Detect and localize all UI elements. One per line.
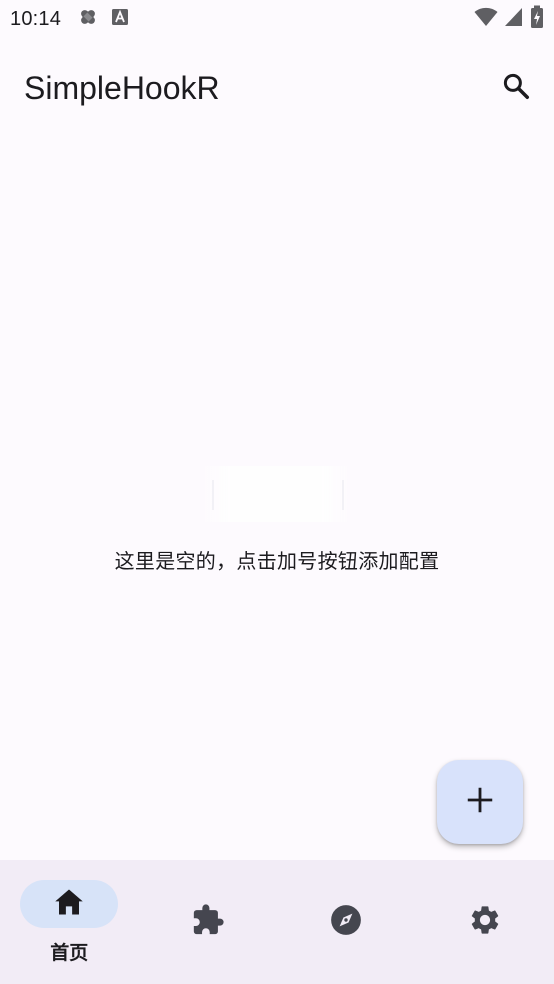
nav-item-modules[interactable] (139, 860, 278, 984)
app-title: SimpleHookR (24, 69, 220, 106)
status-notification-icons (77, 6, 129, 33)
wifi-icon (474, 6, 498, 33)
nav-indicator (436, 898, 534, 946)
nav-item-settings[interactable] (416, 860, 554, 984)
status-system-icons (474, 5, 544, 34)
nav-active-indicator (20, 880, 119, 928)
status-bar: 10:14 (0, 0, 554, 38)
bottom-navigation: 首页 (0, 860, 554, 984)
empty-state-illustration (200, 466, 352, 522)
status-time: 10:14 (10, 7, 62, 30)
search-button[interactable] (494, 66, 538, 110)
nav-label-home: 首页 (50, 942, 89, 964)
add-config-button[interactable] (437, 760, 523, 844)
home-icon (54, 888, 84, 920)
nav-indicator (159, 898, 257, 946)
nav-item-home[interactable]: 首页 (0, 860, 139, 984)
text-a-icon (111, 8, 129, 31)
gear-icon (468, 903, 502, 941)
compass-icon (329, 903, 363, 941)
puzzle-icon (191, 903, 225, 941)
signal-icon (504, 6, 524, 33)
bandage-icon (77, 6, 99, 33)
nav-item-explore[interactable] (277, 860, 416, 984)
top-app-bar: SimpleHookR (0, 50, 554, 126)
battery-icon (530, 5, 544, 34)
search-icon (501, 71, 531, 105)
empty-state-message: 这里是空的，点击加号按钮添加配置 (114, 549, 440, 573)
plus-icon (467, 787, 493, 817)
nav-indicator (297, 898, 395, 946)
